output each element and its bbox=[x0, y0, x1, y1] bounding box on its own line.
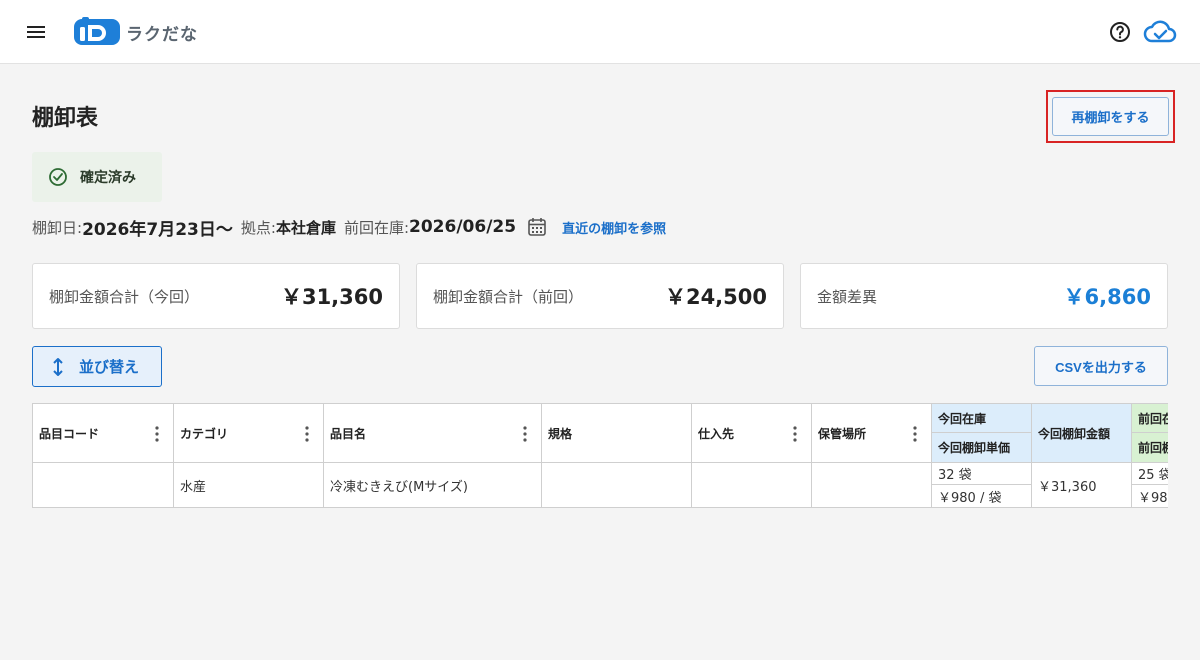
app-header: ラクだな bbox=[0, 0, 1200, 64]
column-menu-icon[interactable] bbox=[523, 426, 527, 442]
app-logo[interactable]: ラクだな bbox=[74, 16, 198, 48]
card-value: ￥6,860 bbox=[1063, 285, 1151, 309]
column-header-category[interactable]: カテゴリ bbox=[174, 404, 324, 463]
date-value: 2026年7月23日〜 bbox=[82, 219, 233, 240]
recent-inventory-link[interactable]: 直近の棚卸を参照 bbox=[562, 218, 666, 237]
column-header-prev-unit-price[interactable]: 前回棚卸単価 bbox=[1132, 433, 1168, 463]
prev-stock-label: 前回在庫: bbox=[343, 218, 410, 237]
prev-stock-value: 2026/06/25 bbox=[409, 217, 517, 237]
difference-card: 金額差異 ￥6,860 bbox=[800, 263, 1168, 329]
cell-code[interactable] bbox=[33, 463, 174, 507]
column-header-prev-stock[interactable]: 前回在庫 bbox=[1132, 404, 1168, 433]
sort-button[interactable]: 並び替え bbox=[32, 346, 162, 387]
cell-name[interactable]: 冷凍むきえび(Mサイズ) bbox=[324, 463, 542, 507]
column-header-name[interactable]: 品目名 bbox=[324, 404, 542, 463]
cell-current-amount[interactable]: ￥31,360 bbox=[1032, 463, 1132, 507]
column-header-supplier[interactable]: 仕入先 bbox=[692, 404, 812, 463]
column-menu-icon[interactable] bbox=[913, 426, 917, 442]
sort-button-label: 並び替え bbox=[79, 359, 140, 376]
column-menu-icon[interactable] bbox=[793, 426, 797, 442]
column-menu-icon[interactable] bbox=[305, 426, 309, 442]
page-title: 棚卸表 bbox=[32, 106, 99, 131]
recount-highlight: 再棚卸をする bbox=[1046, 90, 1175, 143]
check-circle-icon bbox=[49, 168, 67, 186]
cell-prev-unit-price[interactable]: ￥980 / 袋 bbox=[1132, 485, 1168, 507]
cell-prev-stock[interactable]: 25 袋 bbox=[1132, 463, 1168, 485]
cell-supplier[interactable] bbox=[692, 463, 812, 507]
status-badge: 確定済み bbox=[32, 152, 162, 202]
header-label: 品目名 bbox=[330, 426, 367, 441]
header-label: カテゴリ bbox=[180, 426, 229, 441]
column-header-code[interactable]: 品目コード bbox=[33, 404, 174, 463]
header-label: 品目コード bbox=[39, 426, 100, 441]
cell-current-unit-price[interactable]: ￥980 / 袋 bbox=[932, 485, 1032, 507]
date-label: 棚卸日: bbox=[32, 218, 83, 237]
card-label: 棚卸金額合計（今回） bbox=[49, 287, 200, 306]
column-header-current-stock[interactable]: 今回在庫 bbox=[932, 404, 1032, 433]
inventory-info-row: 棚卸日: 2026年7月23日〜 拠点: 本社倉庫 前回在庫: 2026/06/… bbox=[32, 214, 666, 240]
calendar-icon[interactable] bbox=[526, 216, 548, 238]
site-value: 本社倉庫 bbox=[275, 218, 336, 237]
column-header-current-amount[interactable]: 今回棚卸金額 bbox=[1032, 404, 1132, 463]
card-label: 棚卸金額合計（前回） bbox=[433, 287, 584, 306]
card-value: ￥24,500 bbox=[664, 285, 767, 309]
help-icon[interactable] bbox=[1108, 20, 1132, 44]
column-header-current-unit-price[interactable]: 今回棚卸単価 bbox=[932, 433, 1032, 463]
header-label: 仕入先 bbox=[698, 426, 735, 441]
menu-icon[interactable] bbox=[24, 20, 48, 44]
total-current-card: 棚卸金額合計（今回） ￥31,360 bbox=[32, 263, 400, 329]
cloud-check-icon[interactable] bbox=[1143, 17, 1177, 47]
header-label: 規格 bbox=[548, 426, 573, 441]
total-previous-card: 棚卸金額合計（前回） ￥24,500 bbox=[416, 263, 784, 329]
cell-current-stock[interactable]: 32 袋 bbox=[932, 463, 1032, 485]
cell-spec[interactable] bbox=[542, 463, 692, 507]
column-header-location[interactable]: 保管場所 bbox=[812, 404, 932, 463]
column-menu-icon[interactable] bbox=[155, 426, 159, 442]
inventory-table: 品目コード カテゴリ 品目名 規格 仕入先 保管場所 今回在庫 今回棚卸単価 今… bbox=[32, 403, 1168, 508]
logo-mark-icon bbox=[74, 17, 120, 45]
cell-category[interactable]: 水産 bbox=[174, 463, 324, 507]
status-text: 確定済み bbox=[80, 170, 136, 186]
column-header-spec[interactable]: 規格 bbox=[542, 404, 692, 463]
card-value: ￥31,360 bbox=[280, 285, 383, 309]
cell-location[interactable] bbox=[812, 463, 932, 507]
site-label: 拠点: bbox=[240, 218, 276, 237]
sort-arrows-icon bbox=[53, 357, 63, 376]
header-label: 保管場所 bbox=[818, 426, 867, 441]
card-label: 金額差異 bbox=[817, 287, 878, 306]
recount-button[interactable]: 再棚卸をする bbox=[1052, 97, 1169, 136]
csv-export-button[interactable]: CSVを出力する bbox=[1034, 346, 1168, 386]
header-label: 今回棚卸金額 bbox=[1038, 426, 1111, 441]
logo-text: ラクだな bbox=[126, 24, 198, 45]
